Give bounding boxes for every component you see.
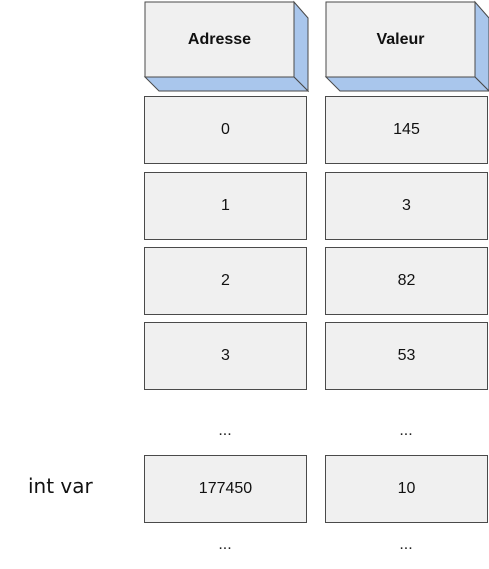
address-cell-0: 0 [144, 96, 307, 164]
address-ellipsis: ... [218, 422, 232, 439]
variable-address-cell: 177450 [144, 455, 307, 523]
address-header-label: Adresse [187, 30, 252, 48]
variable-label: int var [28, 474, 93, 498]
address-cell-3: 3 [144, 322, 307, 390]
variable-value-cell: 10 [325, 455, 488, 523]
value-cell-2: 82 [325, 247, 488, 315]
value-ellipsis: ... [399, 422, 413, 439]
value-cell-3: 53 [325, 322, 488, 390]
address-cell-1: 1 [144, 172, 307, 240]
address-ellipsis-bottom: ... [218, 536, 232, 553]
value-cell-1: 3 [325, 172, 488, 240]
value-cell-0: 145 [325, 96, 488, 164]
value-ellipsis-bottom: ... [399, 536, 413, 553]
value-header-label: Valeur [376, 30, 425, 48]
address-cell-2: 2 [144, 247, 307, 315]
